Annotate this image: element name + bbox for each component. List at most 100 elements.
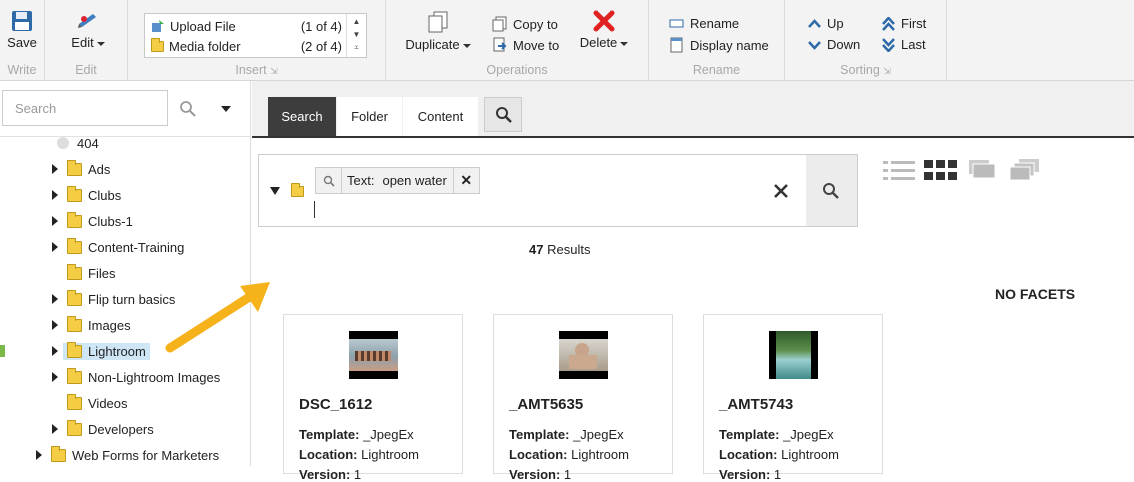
result-title[interactable]: _AMT5635 [509,396,583,413]
tree-item-404[interactable]: 404 [52,132,99,154]
last-button[interactable]: Last [882,37,926,52]
stacked-view-icon[interactable] [1010,158,1040,182]
move-to-label: Move to [513,37,560,53]
tab-search-button[interactable] [484,97,522,132]
expand-arrow-icon[interactable] [52,242,58,252]
result-card[interactable]: _AMT5743 Template: _JpegEx Location: Lig… [703,314,883,482]
folder-icon [67,393,82,410]
location-key: Location: [719,447,778,462]
tab-search[interactable]: Search [268,97,336,136]
copy-to-label: Copy to [513,16,558,32]
tree-item-developers[interactable]: Developers [52,418,154,440]
template-key: Template: [509,427,570,442]
tree-item-label: Non-Lightroom Images [88,369,221,385]
edit-button[interactable]: Edit [63,10,113,50]
save-button[interactable]: Save [4,10,40,50]
expand-arrow-icon[interactable] [52,424,58,434]
result-title[interactable]: _AMT5743 [719,396,793,413]
expand-arrow-icon[interactable] [52,372,58,382]
upload-file-icon [152,19,164,32]
up-button[interactable]: Up [808,16,844,31]
tab-content[interactable]: Content [403,97,478,136]
display-name-icon [670,37,683,53]
folder-icon [67,419,82,436]
insert-option-upload-file[interactable]: Upload File (1 of 4) [151,16,342,36]
delete-button[interactable]: Delete [577,10,631,50]
rename-button[interactable]: Rename [669,16,739,31]
scroll-down-icon[interactable]: ▼ [347,28,366,41]
result-title[interactable]: DSC_1612 [299,396,372,413]
tree-item-web-forms-for-marketers[interactable]: Web Forms for Marketers [36,444,219,466]
tree-item-label: Images [88,317,131,333]
folder-icon [151,37,164,52]
expand-arrow-icon[interactable] [52,216,58,226]
insert-option-media-folder[interactable]: Media folder (2 of 4) [151,36,342,56]
clear-search-icon[interactable] [773,183,789,199]
tree-item-images[interactable]: Images [52,314,131,336]
folder-icon [291,183,304,197]
display-name-button[interactable]: Display name [669,37,769,53]
last-icon [882,37,895,52]
folder-icon [67,341,82,358]
tree-item-flip-turn-basics[interactable]: Flip turn basics [52,288,175,310]
details-view-icon[interactable] [968,158,998,182]
search-panel: Search Folder Content Text: open water ✕… [252,81,1134,482]
tree-item-lightroom[interactable]: Lightroom [52,340,150,362]
list-view-icon[interactable] [883,160,915,182]
grid-view-icon[interactable] [924,160,958,182]
copy-to-button[interactable]: Copy to [492,16,558,32]
tree-item-videos[interactable]: Videos [52,392,128,414]
expand-arrow-icon[interactable] [52,320,58,330]
tree-item-content-training[interactable]: Content-Training [52,236,184,258]
edit-group: Edit Edit [45,0,128,81]
result-version: Version: 1 [719,467,781,482]
expand-arrow-icon[interactable] [52,294,58,304]
search-dropdown-icon[interactable] [221,106,231,112]
scroll-more-icon[interactable]: ⩡ [347,41,366,54]
version-value: 1 [353,467,362,482]
expand-arrow-icon[interactable] [36,450,42,460]
tree-item-clubs[interactable]: Clubs [52,184,121,206]
write-group-label: Write [7,63,37,77]
scroll-up-icon[interactable]: ▲ [347,15,366,28]
result-card[interactable]: _AMT5635 Template: _JpegEx Location: Lig… [493,314,673,482]
location-value: Lightroom [571,447,629,462]
rename-label: Rename [690,16,740,31]
run-search-button[interactable] [806,154,858,227]
move-to-button[interactable]: Move to [492,37,559,53]
sorting-dialog-launcher-icon[interactable]: ⇲ [883,66,891,76]
up-label: Up [827,16,844,31]
expand-arrow-icon[interactable] [52,164,58,174]
down-button[interactable]: Down [808,37,860,52]
insert-list-scrollbar[interactable]: ▲ ▼ ⩡ [346,14,366,57]
tree-item-clubs-1[interactable]: Clubs-1 [52,210,133,232]
folder-icon [51,445,66,462]
version-key: Version: [509,467,561,482]
upload-file-label: Upload File [170,18,236,34]
tree-search-input[interactable] [2,90,168,126]
delete-icon [593,10,615,32]
tree-item-ads[interactable]: Ads [52,158,110,180]
remove-chip-icon[interactable]: ✕ [452,168,479,193]
duplicate-label: Duplicate [405,37,460,52]
search-icon[interactable] [179,100,197,118]
tab-folder[interactable]: Folder [337,97,402,136]
folder-icon [67,315,82,332]
folder-icon [67,289,82,306]
tree-item-files[interactable]: Files [52,262,115,284]
insert-dialog-launcher-icon[interactable]: ⇲ [270,66,278,76]
first-button[interactable]: First [882,16,926,31]
down-label: Down [827,37,861,52]
rename-group-label: Rename [692,63,741,77]
duplicate-icon [428,11,448,33]
result-card[interactable]: DSC_1612 Template: _JpegEx Location: Lig… [283,314,463,482]
search-query-box[interactable]: Text: open water ✕ [258,154,808,227]
tree-item-non-lightroom-images[interactable]: Non-Lightroom Images [52,366,220,388]
ribbon: Save Write Edit Edit Upload File (1 of 4… [0,0,1134,81]
first-icon [882,16,895,31]
location-value: Lightroom [361,447,419,462]
expand-arrow-icon[interactable] [52,190,58,200]
query-location-toggle-icon[interactable] [270,187,280,195]
duplicate-button[interactable]: Duplicate [404,10,472,52]
expand-arrow-icon[interactable] [52,346,58,356]
